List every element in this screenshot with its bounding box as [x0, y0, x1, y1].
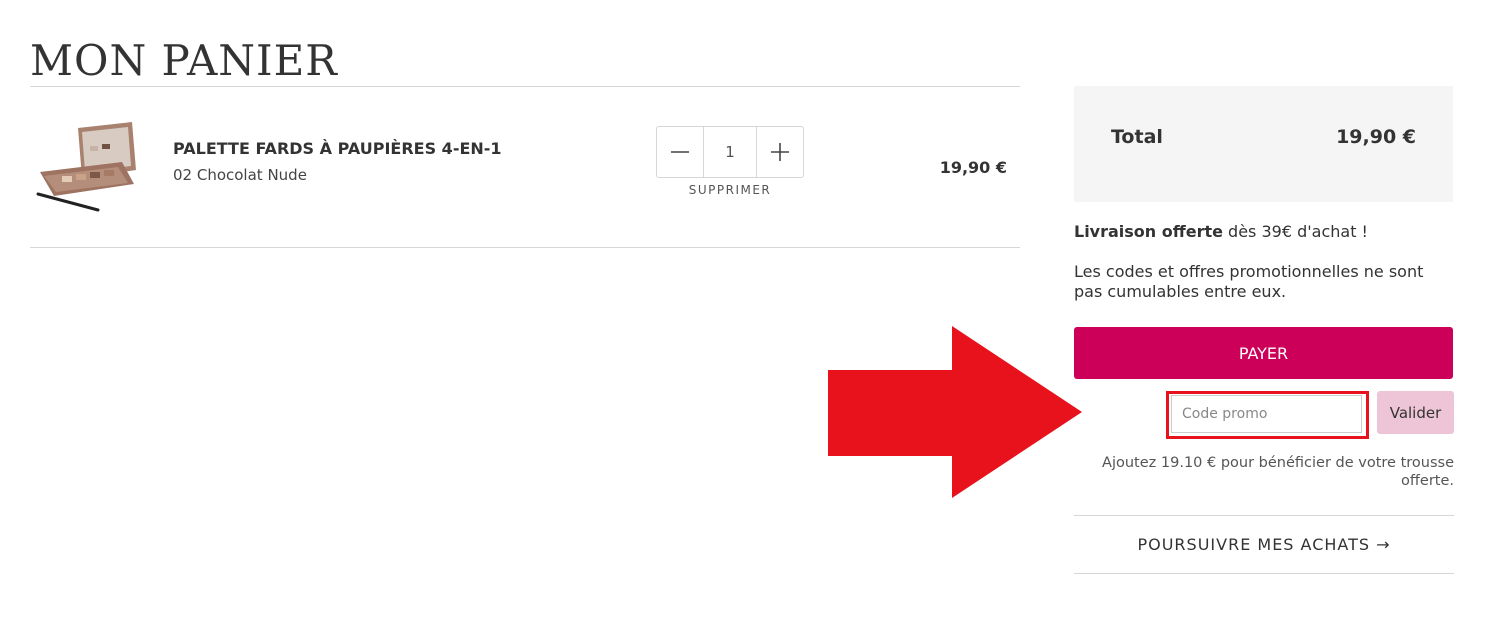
free-shipping-text: dès 39€ d'achat ! [1222, 222, 1368, 241]
free-shipping-bold: Livraison offerte [1074, 222, 1223, 241]
total-label: Total [1111, 126, 1163, 148]
remove-item-link[interactable]: SUPPRIMER [656, 183, 804, 197]
increase-quantity-button[interactable] [756, 127, 803, 177]
product-variant: 02 Chocolat Nude [173, 166, 307, 184]
annotation-arrow-icon [828, 326, 1082, 498]
cart-divider-top [30, 86, 1020, 87]
pay-button[interactable]: PAYER [1074, 327, 1453, 379]
free-shipping-note: Livraison offerte dès 39€ d'achat ! [1074, 222, 1454, 241]
line-price: 19,90 € [939, 158, 1007, 177]
continue-shopping-link[interactable]: POURSUIVRE MES ACHATS → [1074, 535, 1454, 554]
validate-promo-button[interactable]: Valider [1377, 391, 1454, 434]
cart-divider-bottom [30, 247, 1020, 248]
decrease-quantity-button[interactable] [657, 127, 704, 177]
page-title: MON PANIER [30, 36, 338, 86]
total-value: 19,90 € [1336, 126, 1416, 148]
quantity-value[interactable]: 1 [704, 127, 756, 177]
plus-icon [771, 143, 789, 161]
promo-highlight-box [1166, 391, 1369, 439]
gift-threshold-note: Ajoutez 19.10 € pour bénéficier de votre… [1102, 455, 1454, 489]
product-thumbnail[interactable] [34, 120, 138, 216]
minus-icon [671, 151, 689, 153]
product-name[interactable]: PALETTE FARDS À PAUPIÈRES 4-EN-1 [173, 139, 502, 158]
continue-divider-bottom [1074, 573, 1454, 574]
total-box: Total 19,90 € [1074, 86, 1453, 202]
promo-rule-note: Les codes et offres promotionnelles ne s… [1074, 262, 1424, 301]
continue-divider-top [1074, 515, 1454, 516]
quantity-stepper: 1 [656, 126, 804, 178]
